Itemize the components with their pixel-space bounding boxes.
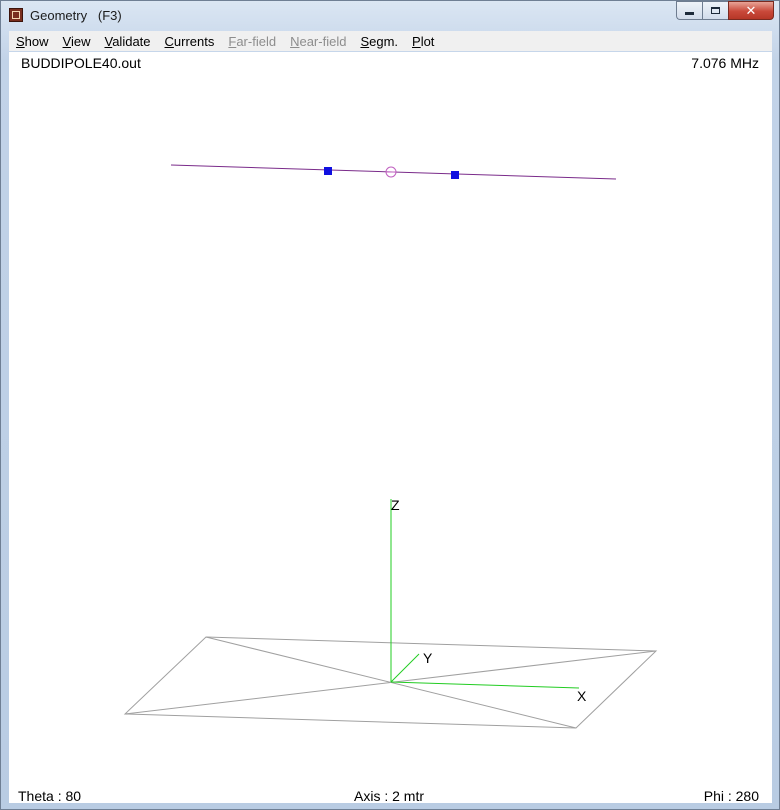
antenna-wire <box>170 164 617 180</box>
z-axis-label: Z <box>391 497 400 513</box>
x-axis-label: X <box>577 688 587 704</box>
title-bar[interactable]: Geometry (F3) ✕ <box>1 1 779 30</box>
menu-segm[interactable]: Segm. <box>353 34 405 49</box>
menu-near-field[interactable]: Near-field <box>283 34 353 49</box>
menu-currents[interactable]: Currents <box>158 34 222 49</box>
geometry-canvas[interactable]: Z Y X <box>9 52 772 803</box>
caption-buttons: ✕ <box>676 1 774 21</box>
x-axis <box>390 681 580 689</box>
geometry-view[interactable]: BUDDIPOLE40.out 7.076 MHz Z Y X Theta: … <box>9 52 772 804</box>
maximize-button[interactable] <box>702 1 728 20</box>
menu-validate[interactable]: Validate <box>97 34 157 49</box>
load-marker-left <box>324 167 332 175</box>
app-icon <box>9 8 23 22</box>
menu-view[interactable]: View <box>56 34 98 49</box>
load-marker-right <box>451 171 459 179</box>
menu-show[interactable]: Show <box>9 34 56 49</box>
phi-readout: Phi : 280 <box>703 788 759 804</box>
axis-scale-readout: Axis : 2 mtr <box>354 788 425 804</box>
minimize-icon <box>685 12 694 15</box>
minimize-button[interactable] <box>676 1 702 20</box>
menu-far-field[interactable]: Far-field <box>221 34 283 49</box>
y-axis-label: Y <box>423 650 433 666</box>
menu-plot[interactable]: Plot <box>405 34 441 49</box>
window-title: Geometry (F3) <box>30 8 122 23</box>
close-icon: ✕ <box>745 2 757 18</box>
close-button[interactable]: ✕ <box>728 1 774 20</box>
y-axis <box>390 653 420 683</box>
theta-readout: Theta : 80 <box>18 788 82 804</box>
geometry-window: Geometry (F3) ✕ Show View Validate Curre… <box>0 0 780 810</box>
maximize-icon <box>711 7 720 14</box>
menu-bar: Show View Validate Currents Far-field Ne… <box>9 31 772 51</box>
coordinate-axes: Z Y X <box>390 497 587 704</box>
